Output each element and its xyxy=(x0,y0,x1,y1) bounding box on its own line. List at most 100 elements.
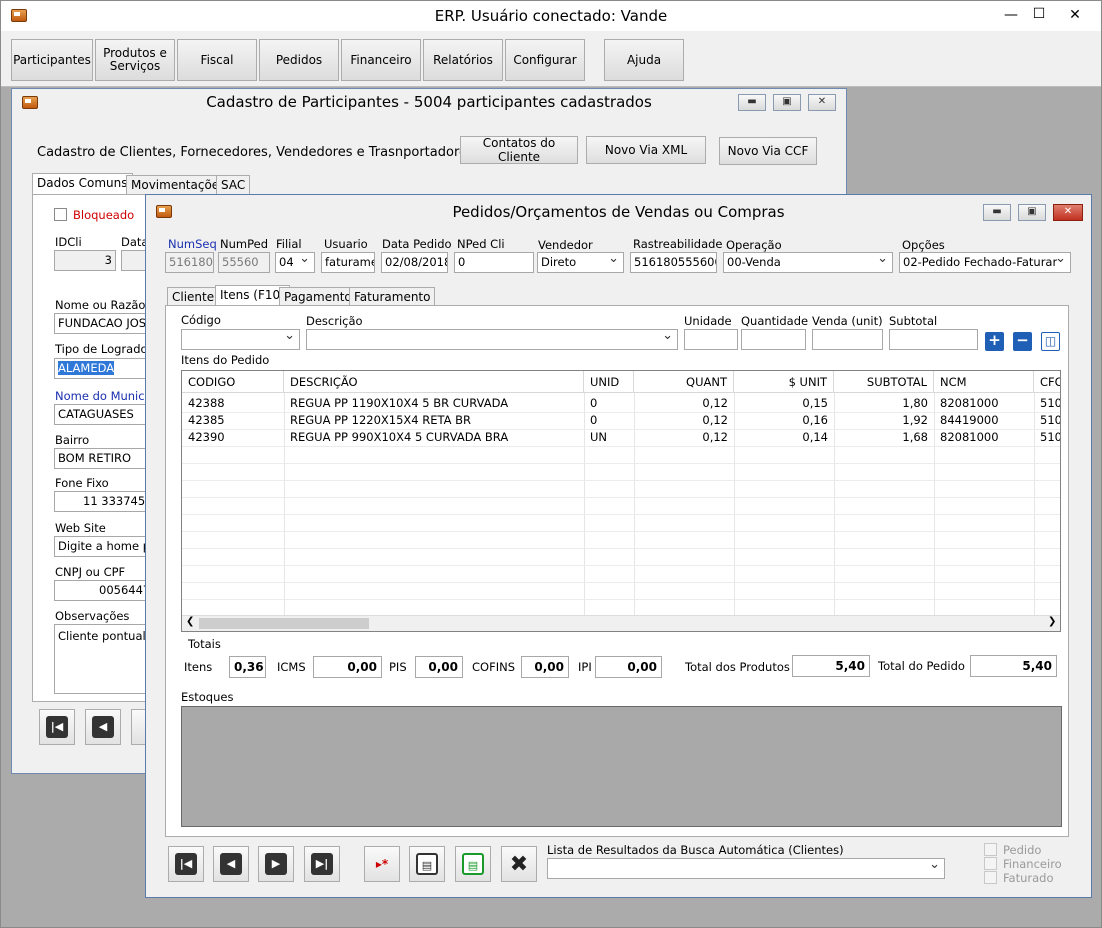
pedidos-minimize-button[interactable]: ▬ xyxy=(983,204,1011,221)
menu-relatorios[interactable]: Relatórios xyxy=(423,39,503,81)
table-row[interactable]: 42390 REGUA PP 990X10X4 5 CURVADA BRA UN 0,… xyxy=(182,429,1060,446)
tab-cliente[interactable]: Cliente xyxy=(167,287,220,306)
codigo-select[interactable] xyxy=(181,329,300,350)
tab-dados-comuns[interactable]: Dados Comuns xyxy=(32,173,133,194)
municipio-field[interactable]: CATAGUASES xyxy=(54,404,154,425)
pedidos-prev-button[interactable]: ◀ xyxy=(213,846,249,882)
col-header-subtotal[interactable]: SUBTOTAL xyxy=(834,371,934,393)
scrollbar-thumb[interactable] xyxy=(199,618,369,629)
col-header-codigo[interactable]: CODIGO xyxy=(182,371,284,393)
bloqueado-checkbox[interactable] xyxy=(54,208,67,221)
save-confirm-button[interactable]: ▤ xyxy=(455,846,491,882)
cadastro-first-button[interactable]: |◀ xyxy=(39,709,75,745)
table-row[interactable]: 42385 REGUA PP 1220X15X4 RETA BR 0 0,12 0,16… xyxy=(182,412,1060,429)
menu-participantes[interactable]: Participantes xyxy=(11,39,93,81)
new-record-button[interactable]: ▸* xyxy=(364,846,400,882)
cell-codigo: 42385 xyxy=(188,413,225,427)
add-item-button[interactable]: + xyxy=(985,332,1004,351)
descricao-select[interactable] xyxy=(306,329,678,350)
subtotal-field[interactable] xyxy=(889,329,978,350)
cadastro-close-button[interactable]: ✕ xyxy=(808,94,836,111)
novo-via-ccf-button[interactable]: Novo Via CCF xyxy=(719,137,817,165)
observacoes-field[interactable]: Cliente pontual. xyxy=(54,624,154,694)
col-header-descricao[interactable]: DESCRIÇÃO xyxy=(284,371,584,393)
itens-pedido-label: Itens do Pedido xyxy=(181,353,270,367)
estoques-label: Estoques xyxy=(181,690,234,704)
pedidos-restore-button[interactable]: ▣ xyxy=(1018,204,1046,221)
scroll-left-icon[interactable]: ❮ xyxy=(186,616,194,627)
tab-movimentacoes[interactable]: Movimentações xyxy=(126,175,231,194)
horizontal-scrollbar[interactable]: ❮ ❯ xyxy=(182,615,1060,631)
pedido-checkbox[interactable] xyxy=(984,843,997,856)
unidade-field[interactable] xyxy=(684,329,738,350)
nome-field[interactable]: FUNDACAO JOSE xyxy=(54,313,154,334)
cell-cfo: 5101 xyxy=(1040,413,1060,427)
close-button[interactable]: ✕ xyxy=(1065,5,1085,25)
opcoes-select[interactable]: 02-Pedido Fechado-Faturar xyxy=(899,252,1071,273)
col-header-cfo[interactable]: CFO xyxy=(1034,371,1060,393)
trash-icon[interactable]: ◫ xyxy=(1041,332,1060,351)
unidade-label: Unidade xyxy=(684,314,732,328)
icms-field[interactable]: 0,00 xyxy=(313,656,382,678)
table-row[interactable]: 42388 REGUA PP 1190X10X4 5 BR CURVADA 0 0,1… xyxy=(182,395,1060,412)
scroll-right-icon[interactable]: ❯ xyxy=(1048,616,1056,627)
faturado-checkbox[interactable] xyxy=(984,871,997,884)
menu-ajuda[interactable]: Ajuda xyxy=(604,39,684,81)
bairro-field[interactable]: BOM RETIRO xyxy=(54,448,154,469)
itens-total-field[interactable]: 0,36 xyxy=(229,656,266,678)
cadastro-restore-button[interactable]: ▣ xyxy=(773,94,801,111)
total-produtos-field[interactable]: 5,40 xyxy=(792,655,870,677)
col-header-unit[interactable]: $ UNIT xyxy=(734,371,834,393)
numped-field[interactable]: 55560 xyxy=(218,252,270,273)
idcli-field[interactable]: 3 xyxy=(54,250,116,271)
cofins-field[interactable]: 0,00 xyxy=(521,656,569,678)
ipi-field[interactable]: 0,00 xyxy=(595,656,662,678)
numseq-field[interactable]: 516180 xyxy=(165,252,214,273)
menu-pedidos[interactable]: Pedidos xyxy=(259,39,339,81)
tab-faturamento[interactable]: Faturamento xyxy=(349,287,436,306)
total-pedido-field[interactable]: 5,40 xyxy=(970,655,1057,677)
quantidade-field[interactable] xyxy=(741,329,806,350)
col-header-unid[interactable]: UNID xyxy=(584,371,634,393)
busca-clientes-select[interactable] xyxy=(547,858,945,879)
operacao-select[interactable]: 00-Venda xyxy=(723,252,893,273)
subtotal-label: Subtotal xyxy=(889,314,938,328)
col-header-ncm[interactable]: NCM xyxy=(934,371,1034,393)
vendedor-select[interactable]: Direto xyxy=(537,252,624,273)
menu-configurar[interactable]: Configurar xyxy=(505,39,585,81)
menu-produtos-servicos[interactable]: Produtos e Serviços xyxy=(95,39,175,81)
remove-item-button[interactable]: − xyxy=(1013,332,1032,351)
site-field[interactable]: Digite a home pa xyxy=(54,536,154,557)
idcli-label: IDCli xyxy=(55,235,82,249)
tab-sac[interactable]: SAC xyxy=(216,175,251,194)
cadastro-prev-button[interactable]: ◀ xyxy=(85,709,121,745)
maximize-button[interactable]: ☐ xyxy=(1029,4,1049,24)
npedcli-field[interactable]: 0 xyxy=(454,252,534,273)
pedidos-next-button[interactable]: ▶ xyxy=(258,846,294,882)
tab-pagamento[interactable]: Pagamento xyxy=(279,287,357,306)
menu-financeiro[interactable]: Financeiro xyxy=(341,39,421,81)
pedidos-first-button[interactable]: |◀ xyxy=(168,846,204,882)
contatos-cliente-button[interactable]: Contatos do Cliente xyxy=(460,136,578,164)
pis-field[interactable]: 0,00 xyxy=(415,656,463,678)
pedidos-last-button[interactable]: ▶| xyxy=(304,846,340,882)
pedidos-close-button[interactable]: ✕ xyxy=(1053,204,1083,221)
col-header-quant[interactable]: QUANT xyxy=(634,371,734,393)
logradouro-field[interactable]: ALAMEDA xyxy=(54,358,154,379)
cadastro-minimize-button[interactable]: ▬ xyxy=(738,94,766,111)
data-pedido-field[interactable]: 02/08/2018 xyxy=(381,252,448,273)
rastreabilidade-field[interactable]: 5161805556004 xyxy=(630,252,717,273)
fone-field[interactable]: 11 33374586 xyxy=(54,491,154,512)
cell-unid: UN xyxy=(590,430,608,444)
financeiro-checkbox[interactable] xyxy=(984,857,997,870)
save-button[interactable]: ▤ xyxy=(409,846,445,882)
cnpj-field[interactable]: 0056447500 xyxy=(54,580,154,601)
cancel-button[interactable]: ✖ xyxy=(501,846,537,882)
minimize-button[interactable]: — xyxy=(1001,5,1021,25)
usuario-field[interactable]: faturamer xyxy=(321,252,375,273)
novo-via-xml-button[interactable]: Novo Via XML xyxy=(586,136,706,164)
menu-fiscal[interactable]: Fiscal xyxy=(177,39,257,81)
faturado-check-label: Faturado xyxy=(1003,871,1054,885)
filial-select[interactable]: 04 xyxy=(275,252,315,273)
venda-unit-field[interactable] xyxy=(812,329,883,350)
